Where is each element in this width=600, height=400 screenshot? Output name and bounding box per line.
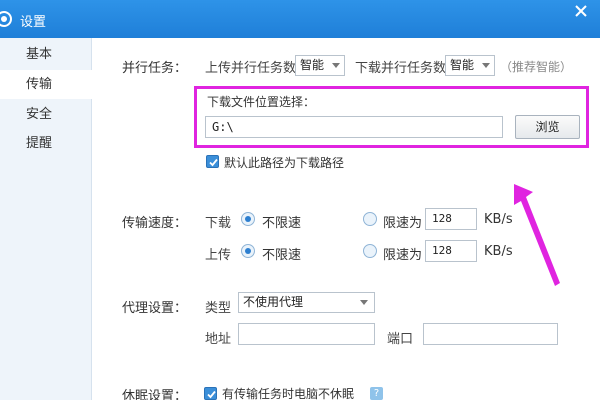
download-unit-label: KB/s bbox=[484, 212, 513, 227]
proxy-address-input[interactable] bbox=[238, 323, 375, 345]
help-icon[interactable]: ? bbox=[370, 387, 383, 400]
title-bar: 设置 bbox=[0, 0, 600, 38]
sidebar-item-security[interactable]: 安全 bbox=[0, 100, 92, 129]
download-location-label: 下载文件位置选择： bbox=[207, 95, 316, 109]
close-icon[interactable] bbox=[562, 0, 600, 22]
upload-limit-input[interactable]: 128 bbox=[425, 240, 477, 262]
no-sleep-label: 有传输任务时电脑不休眠 bbox=[222, 387, 355, 400]
chevron-down-icon bbox=[482, 63, 490, 68]
download-limit-label: 限速为 bbox=[383, 216, 423, 231]
recommend-hint: （推荐智能） bbox=[500, 60, 573, 74]
upload-parallel-label: 上传并行任务数 bbox=[205, 61, 297, 76]
download-parallel-label: 下载并行任务数 bbox=[355, 61, 447, 76]
download-limit-input[interactable]: 128 bbox=[425, 208, 477, 230]
proxy-type-value: 不使用代理 bbox=[243, 295, 304, 309]
upload-limit-radio[interactable] bbox=[363, 244, 377, 258]
upload-speed-label: 上传 bbox=[205, 248, 232, 263]
download-parallel-select[interactable]: 智能 bbox=[445, 55, 495, 76]
upload-unit-label: KB/s bbox=[484, 244, 513, 259]
default-path-checkbox[interactable] bbox=[206, 155, 219, 168]
speed-label: 传输速度： bbox=[122, 216, 188, 231]
proxy-type-label: 类型 bbox=[205, 301, 232, 316]
no-sleep-checkbox[interactable] bbox=[204, 387, 217, 400]
upload-limit-label: 限速为 bbox=[383, 248, 423, 263]
download-limit-radio[interactable] bbox=[363, 212, 377, 226]
download-path-input[interactable]: G:\ bbox=[205, 116, 503, 138]
sidebar-item-basic[interactable]: 基本 bbox=[0, 40, 92, 69]
upload-parallel-select[interactable]: 智能 bbox=[295, 55, 345, 76]
upload-parallel-value: 智能 bbox=[300, 58, 325, 72]
proxy-label: 代理设置： bbox=[122, 301, 188, 316]
sidebar: 基本 传输 安全 提醒 bbox=[0, 38, 93, 400]
chevron-down-icon bbox=[332, 63, 340, 68]
gear-icon bbox=[0, 10, 18, 28]
proxy-port-input[interactable] bbox=[423, 323, 558, 345]
browse-button[interactable]: 浏览 bbox=[515, 115, 580, 139]
download-unlimited-radio[interactable] bbox=[241, 212, 255, 226]
proxy-address-label: 地址 bbox=[205, 332, 232, 347]
window-title: 设置 bbox=[20, 15, 47, 30]
sleep-label: 休眠设置： bbox=[122, 389, 188, 400]
upload-unlimited-radio[interactable] bbox=[241, 244, 255, 258]
annotation-arrow-icon bbox=[514, 184, 560, 286]
default-path-label: 默认此路径为下载路径 bbox=[224, 156, 345, 170]
sidebar-item-reminder[interactable]: 提醒 bbox=[0, 129, 92, 158]
parallel-tasks-label: 并行任务： bbox=[122, 61, 188, 76]
proxy-port-label: 端口 bbox=[387, 332, 414, 347]
download-unlimited-label: 不限速 bbox=[262, 216, 302, 231]
sidebar-item-transfer[interactable]: 传输 bbox=[0, 70, 93, 99]
proxy-type-select[interactable]: 不使用代理 bbox=[238, 292, 375, 313]
chevron-down-icon bbox=[360, 300, 368, 305]
download-speed-label: 下载 bbox=[205, 216, 232, 231]
download-parallel-value: 智能 bbox=[450, 58, 475, 72]
upload-unlimited-label: 不限速 bbox=[262, 248, 302, 263]
